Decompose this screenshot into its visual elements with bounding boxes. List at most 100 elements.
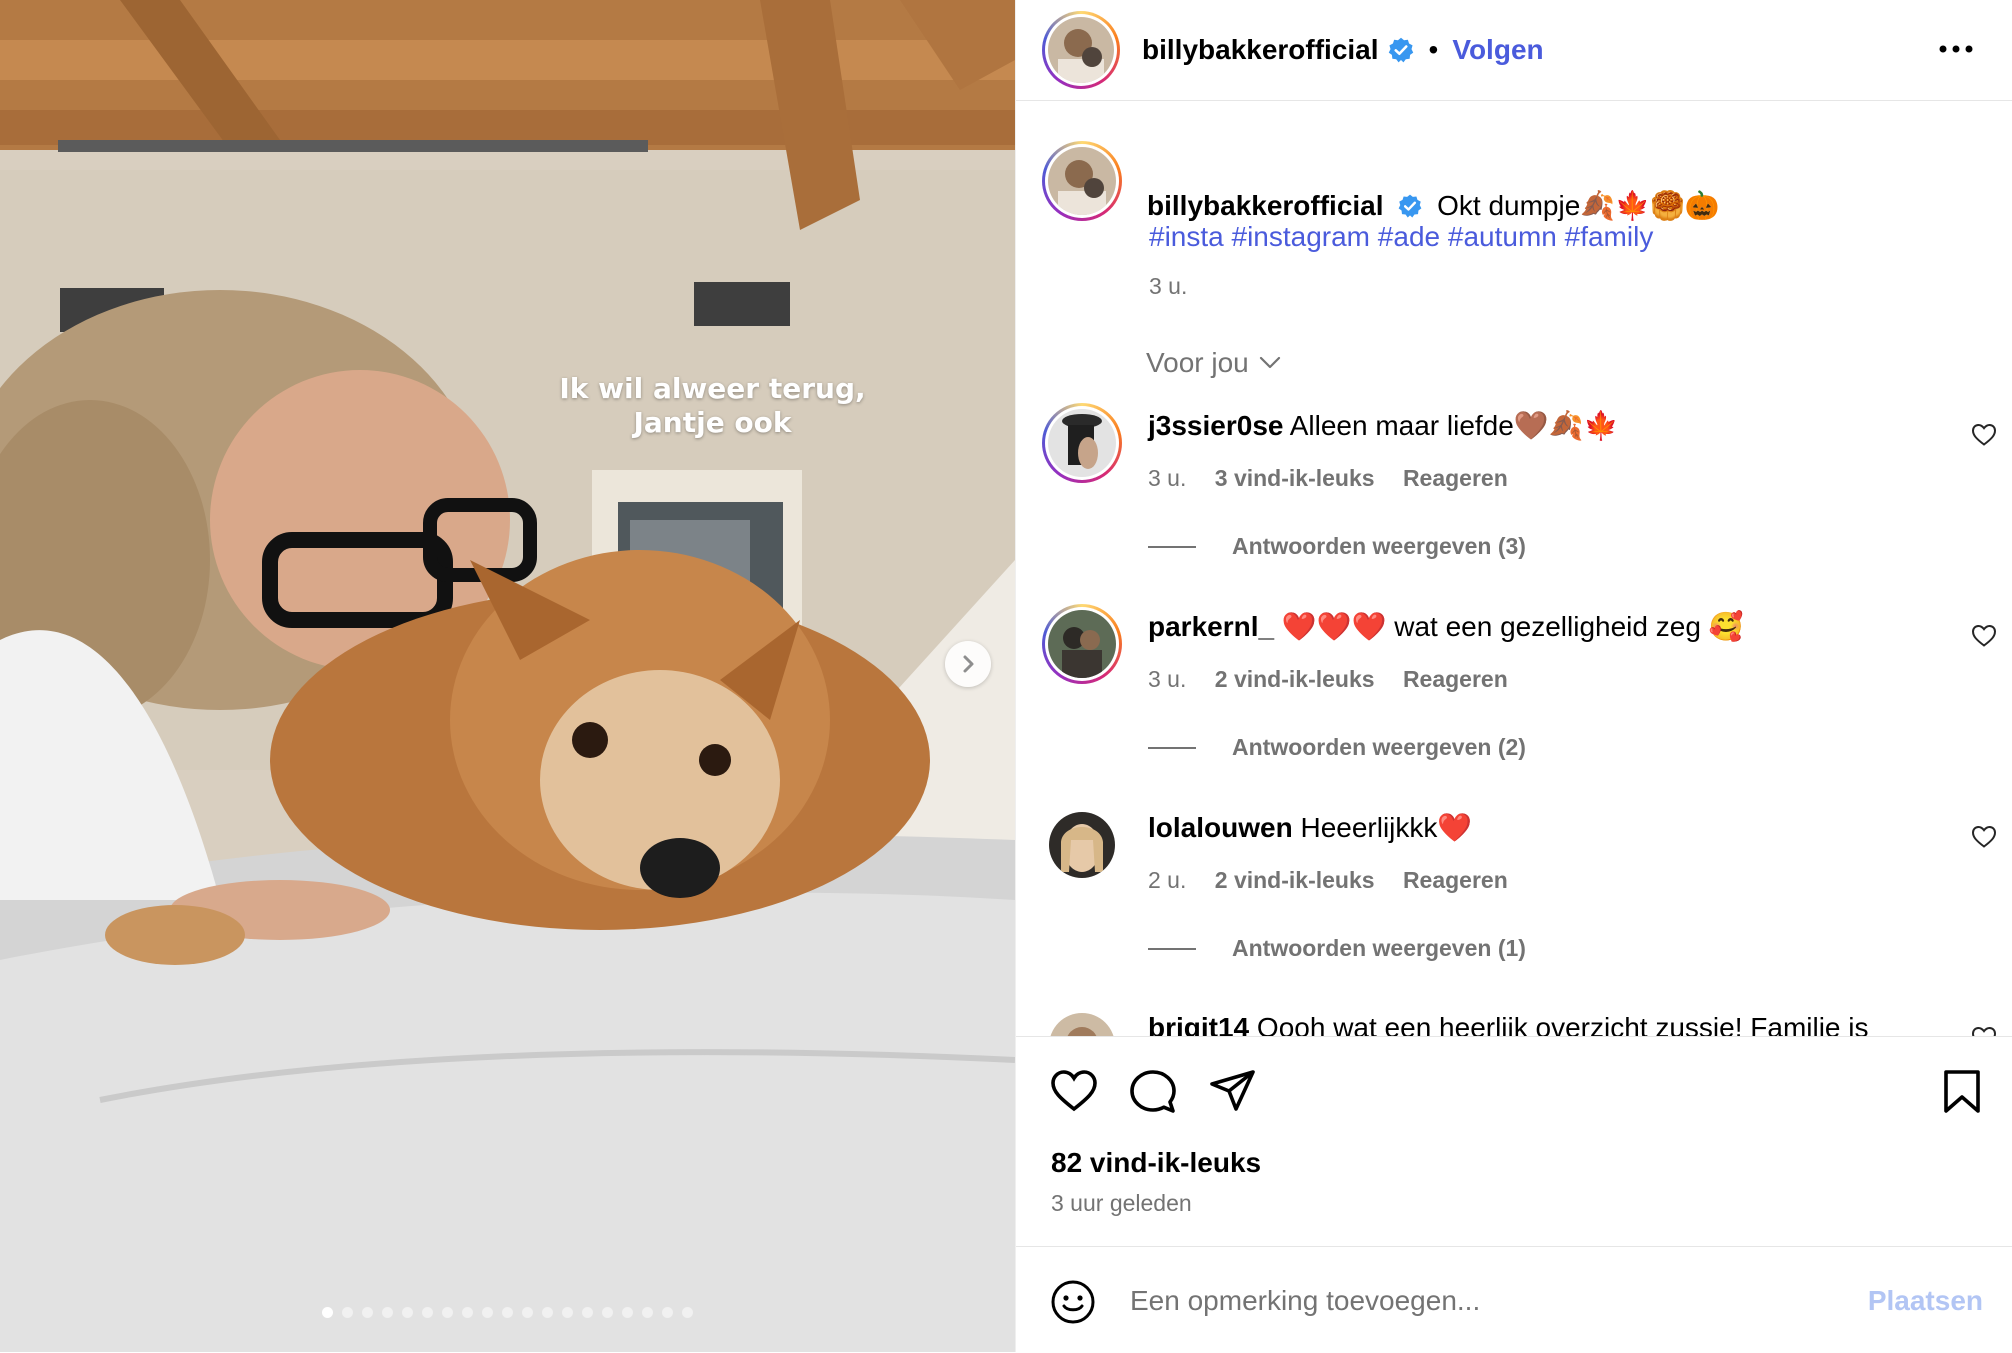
carousel-dot	[642, 1307, 653, 1318]
carousel-dot	[582, 1307, 593, 1318]
comment-time[interactable]: 3 u.	[1148, 465, 1186, 491]
comment-item: j3ssier0se Alleen maar liefde🤎🍂🍁 3 u. 3 …	[1042, 403, 1997, 573]
reply-button[interactable]: Reageren	[1403, 867, 1508, 893]
commenter-avatar[interactable]	[1042, 1006, 1122, 1036]
follow-button[interactable]: Volgen	[1452, 34, 1543, 66]
hashtag-link[interactable]: #autumn	[1448, 221, 1557, 252]
commenter-avatar[interactable]	[1042, 805, 1122, 885]
carousel-dot	[522, 1307, 533, 1318]
comment-filter-label: Voor jou	[1146, 347, 1249, 378]
photo-scene	[0, 0, 1015, 1352]
chevron-down-icon	[1259, 356, 1280, 369]
chevron-right-icon	[963, 655, 974, 673]
emoji-picker-icon[interactable]	[1050, 1279, 1096, 1325]
comment-item: parkernl_ ❤️❤️❤️ wat een gezelligheid ze…	[1042, 604, 1997, 774]
author-avatar[interactable]	[1042, 11, 1120, 89]
comment-like-heart-icon[interactable]	[1971, 423, 1997, 447]
carousel-dot	[622, 1307, 633, 1318]
view-replies-button[interactable]: Antwoorden weergeven (1)	[1148, 935, 1526, 962]
comments-section[interactable]: billybakkerofficial Okt dumpje🍂🍁🥮🎃 #inst…	[1016, 101, 2012, 1036]
hashtag-link[interactable]: #insta	[1149, 221, 1224, 252]
comment-input[interactable]	[1128, 1273, 1832, 1329]
carousel-dot	[362, 1307, 373, 1318]
view-replies-label: Antwoorden weergeven (1)	[1232, 935, 1526, 961]
comment-username[interactable]: j3ssier0se	[1148, 410, 1283, 441]
comment-body: ❤️❤️❤️ wat een gezelligheid zeg 🥰	[1281, 611, 1744, 642]
commenter-avatar[interactable]	[1042, 604, 1122, 684]
story-line-2: Jantje ook	[633, 406, 792, 439]
likes-count[interactable]: 82 vind-ik-leuks	[1051, 1147, 1261, 1179]
reply-button[interactable]: Reageren	[1403, 666, 1508, 692]
post-header: billybakkerofficial • Volgen	[1016, 0, 2012, 101]
story-line-1: Ik wil alweer terug,	[559, 372, 866, 405]
carousel-dot	[542, 1307, 553, 1318]
caption-timestamp[interactable]: 3 u.	[1149, 273, 1187, 300]
comment-item: lolalouwen Heeerlijkkk❤️ 2 u. 2 vind-ik-…	[1042, 805, 1997, 975]
post-side-panel: billybakkerofficial • Volgen billybakker…	[1015, 0, 2012, 1352]
comment-text-line: parkernl_ ❤️❤️❤️ wat een gezelligheid ze…	[1148, 610, 1744, 643]
comment-likes[interactable]: 3 vind-ik-leuks	[1215, 465, 1375, 491]
comment-meta: 3 u. 2 vind-ik-leuks Reageren	[1148, 666, 1530, 693]
commenter-avatar[interactable]	[1042, 403, 1122, 483]
comment-username[interactable]: lolalouwen	[1148, 812, 1293, 843]
hashtag-link[interactable]: #ade	[1378, 221, 1440, 252]
comment-likes[interactable]: 2 vind-ik-leuks	[1215, 666, 1375, 692]
view-replies-button[interactable]: Antwoorden weergeven (2)	[1148, 734, 1526, 761]
next-slide-button[interactable]	[945, 641, 991, 687]
carousel-dot	[502, 1307, 513, 1318]
caption-avatar[interactable]	[1042, 141, 1122, 221]
carousel-dot	[482, 1307, 493, 1318]
avatar-photo	[1048, 409, 1116, 477]
post-comment-button[interactable]: Plaatsen	[1868, 1285, 1983, 1317]
comment-like-heart-icon[interactable]	[1971, 825, 1997, 849]
replies-divider	[1148, 947, 1196, 950]
comment-body: Alleen maar liefde🤎🍂🍁	[1289, 410, 1619, 441]
more-horizontal-icon	[1939, 45, 1973, 53]
caption-body: Okt dumpje🍂🍁🥮🎃	[1437, 190, 1720, 221]
comment-likes[interactable]: 2 vind-ik-leuks	[1215, 867, 1375, 893]
avatar-photo	[1048, 610, 1116, 678]
view-replies-button[interactable]: Antwoorden weergeven (3)	[1148, 533, 1526, 560]
comment-meta: 3 u. 3 vind-ik-leuks Reageren	[1148, 465, 1530, 492]
carousel-dot	[462, 1307, 473, 1318]
comment-like-heart-icon[interactable]	[1971, 1026, 1997, 1036]
carousel-dot	[662, 1307, 673, 1318]
carousel-dot	[602, 1307, 613, 1318]
post-time-ago[interactable]: 3 uur geleden	[1051, 1190, 1192, 1217]
comment-time[interactable]: 2 u.	[1148, 867, 1186, 893]
author-username[interactable]: billybakkerofficial	[1142, 34, 1379, 66]
carousel-dot	[322, 1307, 333, 1318]
comment-like-heart-icon[interactable]	[1971, 624, 1997, 648]
comment-time[interactable]: 3 u.	[1148, 666, 1186, 692]
verified-badge-icon	[1398, 194, 1422, 218]
comment-body: Heeerlijkkk❤️	[1300, 812, 1473, 843]
comment-username[interactable]: parkernl_	[1148, 611, 1274, 642]
post-photo[interactable]: Ik wil alweer terug, Jantje ook	[0, 0, 1015, 1352]
header-separator: •	[1428, 34, 1439, 65]
carousel-dot	[342, 1307, 353, 1318]
share-paper-plane-icon[interactable]	[1209, 1069, 1257, 1113]
comment-text-line: j3ssier0se Alleen maar liefde🤎🍂🍁	[1148, 409, 1618, 442]
avatar-photo	[1048, 147, 1116, 215]
comment-filter-dropdown[interactable]: Voor jou	[1146, 347, 1281, 379]
comment-text-line: brigit14 Oooh wat een heerlijk overzicht…	[1148, 1012, 1869, 1036]
comment-bubble-icon[interactable]	[1129, 1069, 1177, 1115]
save-bookmark-icon[interactable]	[1942, 1069, 1982, 1115]
more-options-button[interactable]	[1931, 24, 1981, 74]
carousel-dot	[422, 1307, 433, 1318]
comment-body: Oooh wat een heerlijk overzicht zussie! …	[1256, 1012, 1869, 1036]
comment-username[interactable]: brigit14	[1148, 1012, 1249, 1036]
hashtag-link[interactable]: #family	[1565, 221, 1654, 252]
comment-text-line: lolalouwen Heeerlijkkk❤️	[1148, 811, 1472, 844]
reply-button[interactable]: Reageren	[1403, 465, 1508, 491]
add-comment-bar: Plaatsen	[1016, 1246, 2012, 1353]
carousel-dot	[382, 1307, 393, 1318]
avatar-photo	[1049, 1013, 1115, 1036]
caption-username[interactable]: billybakkerofficial	[1147, 190, 1384, 221]
comment-item: brigit14 Oooh wat een heerlijk overzicht…	[1042, 1006, 1997, 1036]
carousel-dot	[562, 1307, 573, 1318]
comment-meta: 2 u. 2 vind-ik-leuks Reageren	[1148, 867, 1530, 894]
hashtag-link[interactable]: #instagram	[1232, 221, 1371, 252]
view-replies-label: Antwoorden weergeven (2)	[1232, 734, 1526, 760]
like-heart-icon[interactable]	[1050, 1069, 1098, 1113]
